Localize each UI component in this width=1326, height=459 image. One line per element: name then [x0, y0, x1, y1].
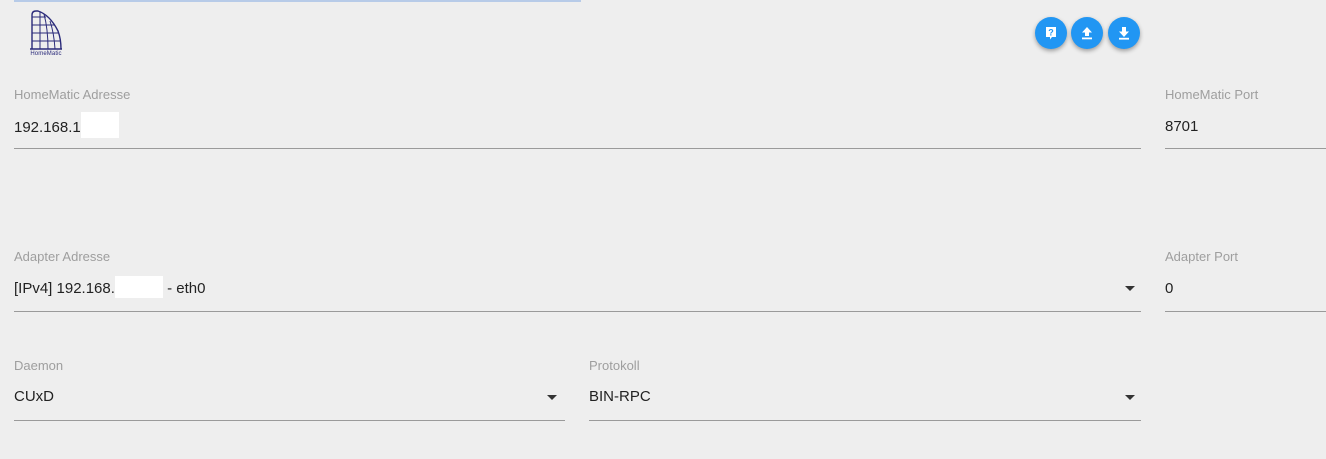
homematic-port-label: HomeMatic Port [1165, 87, 1259, 102]
chevron-down-icon [547, 395, 557, 400]
adapter-port-field[interactable]: Adapter Port 0 [1165, 248, 1326, 312]
adapter-port-input[interactable]: 0 [1165, 280, 1173, 297]
chevron-down-icon [1125, 286, 1135, 291]
logo-text: HomeMatic [30, 51, 62, 57]
adapter-address-prefix: [IPv4] 192.168. [14, 280, 115, 297]
protocol-select[interactable]: Protokoll BIN-RPC [589, 357, 1141, 421]
redaction-block [114, 276, 163, 299]
homematic-address-field[interactable]: HomeMatic Adresse 192.168.1 [14, 86, 1141, 150]
protocol-value: BIN-RPC [589, 388, 651, 405]
upload-icon [1082, 27, 1092, 40]
help-button[interactable]: ? [1035, 17, 1067, 49]
daemon-label: Daemon [14, 358, 64, 373]
upload-button[interactable] [1071, 17, 1103, 49]
homematic-port-underline [1165, 148, 1326, 149]
protocol-label: Protokoll [589, 358, 640, 373]
svg-text:?: ? [1048, 28, 1054, 38]
adapter-address-suffix: - eth0 [162, 280, 206, 297]
download-icon [1119, 27, 1129, 40]
daemon-select[interactable]: Daemon CUxD [14, 357, 565, 421]
top-accent-bar [14, 0, 581, 2]
homematic-port-field[interactable]: HomeMatic Port 8701 [1165, 86, 1326, 150]
homematic-address-label: HomeMatic Adresse [14, 87, 131, 102]
adapter-address-value: [IPv4] 192.168. - eth0 [14, 276, 206, 299]
chevron-down-icon [1125, 395, 1135, 400]
download-button[interactable] [1108, 17, 1140, 49]
adapter-port-label: Adapter Port [1165, 249, 1238, 264]
adapter-address-underline [14, 311, 1141, 312]
adapter-port-underline [1165, 311, 1326, 312]
adapter-address-label: Adapter Adresse [14, 249, 111, 264]
help-icon: ? [1046, 27, 1056, 40]
daemon-underline [14, 420, 565, 421]
homematic-address-input[interactable]: 192.168.1 [14, 112, 119, 138]
homematic-logo-icon: HomeMatic [28, 9, 64, 61]
protocol-underline [589, 420, 1141, 421]
daemon-value: CUxD [14, 388, 54, 405]
adapter-address-select[interactable]: Adapter Adresse [IPv4] 192.168. - eth0 [14, 248, 1141, 312]
homematic-address-underline [14, 148, 1141, 149]
homematic-port-input[interactable]: 8701 [1165, 118, 1198, 135]
homematic-address-value: 192.168.1 [14, 118, 81, 136]
redaction-block [80, 112, 119, 138]
